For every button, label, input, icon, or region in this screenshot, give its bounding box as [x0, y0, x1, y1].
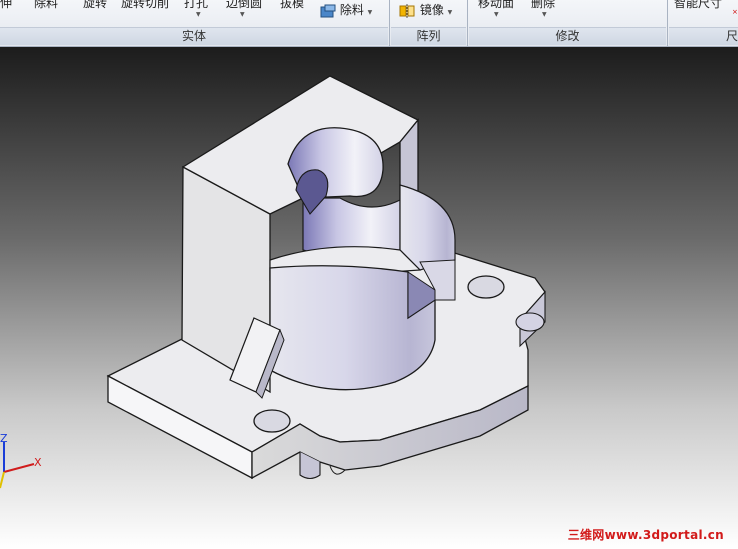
move-face-button[interactable]: 移动面	[478, 0, 514, 11]
group-pattern: 阵列	[391, 27, 466, 45]
ribbon-toolbar: 伸 除料 旋转 旋转切削 打孔 ▼ 边倒圆 ▼ 拔模 除料 ▼ 镜像 ▼ 移动面…	[0, 0, 738, 47]
upper-ring	[399, 184, 456, 271]
group-dimension: 尺	[669, 27, 738, 45]
round-button[interactable]: 边倒圆	[226, 0, 262, 11]
watermark: 三维网www.3dportal.cn	[567, 528, 724, 542]
dimension-marker-icon: ×	[732, 8, 738, 16]
revolve-button[interactable]: 旋转	[83, 0, 107, 11]
cutout-icon	[320, 4, 336, 17]
hole-dropdown-arrow-icon[interactable]: ▼	[196, 11, 201, 18]
mirror-label: 镜像	[419, 3, 444, 17]
chevron-down-icon: ▼	[447, 9, 453, 16]
delete-dropdown-arrow-icon[interactable]: ▼	[542, 11, 547, 18]
y-axis-line	[0, 471, 5, 489]
delete-button[interactable]: 删除	[531, 0, 555, 11]
extrude-button[interactable]: 伸	[0, 0, 12, 11]
x-axis-label: X	[34, 456, 42, 469]
group-separator	[389, 0, 390, 46]
coordinate-triad: Z X	[0, 432, 42, 489]
group-separator	[667, 0, 668, 46]
group-separator	[467, 0, 468, 46]
group-solid: 实体	[0, 27, 388, 45]
group-modify: 修改	[469, 27, 666, 45]
x-axis-line	[3, 463, 35, 473]
move-face-dropdown-arrow-icon[interactable]: ▼	[494, 11, 499, 18]
smart-dimension-button[interactable]: 智能尺寸	[674, 0, 722, 11]
hole-button[interactable]: 打孔	[184, 0, 208, 11]
cutout-button[interactable]: 除料	[34, 0, 58, 11]
mounting-hole-front	[253, 409, 291, 433]
mirror-button[interactable]: 镜像 ▼	[398, 1, 452, 18]
base-notch-arc	[515, 312, 545, 332]
mounting-hole-back	[467, 275, 505, 299]
cutout-dropdown-button[interactable]: 除料 ▼	[320, 1, 372, 18]
3d-viewport[interactable]: Z X 三维网www.3dportal.cn	[0, 47, 738, 549]
mirror-icon	[399, 3, 415, 18]
round-dropdown-arrow-icon[interactable]: ▼	[240, 11, 245, 18]
draft-button[interactable]: 拔模	[280, 0, 304, 11]
z-axis-label: Z	[0, 432, 8, 445]
part-model[interactable]	[0, 47, 738, 549]
revolved-cutout-button[interactable]: 旋转切削	[121, 0, 169, 11]
cutout-label: 除料	[339, 3, 364, 17]
chevron-down-icon: ▼	[367, 9, 373, 16]
